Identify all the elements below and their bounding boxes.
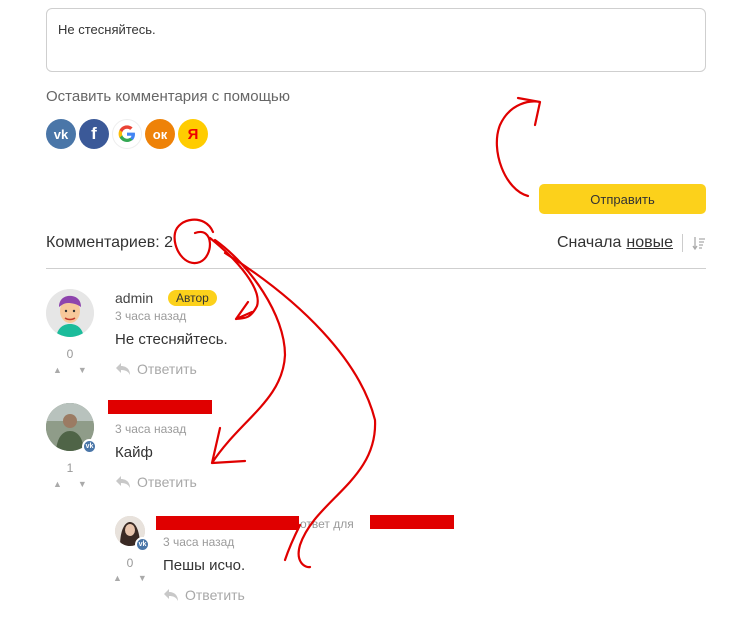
comment-textarea[interactable]: Не стесняйтесь. xyxy=(46,8,706,72)
reply-button[interactable]: Ответить xyxy=(115,361,197,377)
header-divider xyxy=(46,268,706,269)
author-badge: Автор xyxy=(168,290,217,306)
reply-icon xyxy=(116,476,130,488)
comment-text: Пешы исчо. xyxy=(163,557,246,574)
vote-down-icon[interactable]: ▼ xyxy=(78,365,103,375)
comment-text: Не стесняйтесь. xyxy=(115,331,228,348)
reply-for-label: ответ для xyxy=(300,517,354,531)
vote-count: 0 xyxy=(126,556,134,570)
reply-button[interactable]: Ответить xyxy=(115,474,197,490)
google-glyph-icon xyxy=(118,125,135,142)
vote-arrows: ▲▼ xyxy=(113,573,163,583)
circle-count-annotation xyxy=(173,218,215,265)
comment-author[interactable]: admin xyxy=(115,290,153,306)
google-icon[interactable] xyxy=(112,119,142,149)
vote-down-icon[interactable]: ▼ xyxy=(78,479,103,489)
arrow-to-login-annotation xyxy=(495,96,542,198)
reply-label: Ответить xyxy=(185,587,245,603)
comments-count: Комментариев: 2 xyxy=(46,234,174,251)
avatar xyxy=(46,289,94,337)
redacted-reply-target xyxy=(370,515,454,529)
yandex-icon[interactable]: Я xyxy=(178,119,208,149)
vote-count: 0 xyxy=(66,347,74,361)
comment-time[interactable]: 3 часа назад xyxy=(115,309,186,323)
redacted-author-name xyxy=(156,516,299,530)
vote-up-icon[interactable]: ▲ xyxy=(53,365,78,375)
sort-control: Сначала новые xyxy=(557,234,706,252)
comment-text: Кайф xyxy=(115,444,153,461)
comment-time[interactable]: 3 часа назад xyxy=(163,535,234,549)
submit-button[interactable]: Отправить xyxy=(539,184,706,214)
sort-prefix: Сначала xyxy=(556,234,622,251)
reply-button[interactable]: Ответить xyxy=(163,587,245,603)
redaction-marks xyxy=(108,400,454,530)
reply-label: Ответить xyxy=(137,361,197,377)
social-login-list: vk f ок Я xyxy=(46,119,208,149)
vote-count: 1 xyxy=(66,461,74,475)
reply-label: Ответить xyxy=(137,474,197,490)
arrow-to-admin-annotation xyxy=(208,236,259,321)
sort-newest-link[interactable]: новые xyxy=(626,234,673,252)
vote-up-icon[interactable]: ▲ xyxy=(53,479,78,489)
reply-icon xyxy=(116,363,130,375)
vk-badge-icon: vk xyxy=(82,439,97,454)
login-with-label: Оставить комментария с помощью xyxy=(46,88,290,105)
comment-time[interactable]: 3 часа назад xyxy=(115,422,186,436)
sort-order-icon[interactable] xyxy=(692,236,706,250)
vote-down-icon[interactable]: ▼ xyxy=(138,573,163,583)
vk-badge-icon: vk xyxy=(135,537,150,552)
vote-arrows: ▲▼ xyxy=(53,365,103,375)
vk-icon[interactable]: vk xyxy=(46,119,76,149)
vote-arrows: ▲▼ xyxy=(53,479,103,489)
redacted-author-name xyxy=(108,400,212,414)
arrow-to-kaif-annotation xyxy=(210,238,287,465)
vote-up-icon[interactable]: ▲ xyxy=(113,573,138,583)
odnoklassniki-icon[interactable]: ок xyxy=(145,119,175,149)
facebook-icon[interactable]: f xyxy=(79,119,109,149)
admin-avatar-icon xyxy=(46,289,94,337)
sort-divider xyxy=(682,234,683,252)
reply-icon xyxy=(164,589,178,601)
